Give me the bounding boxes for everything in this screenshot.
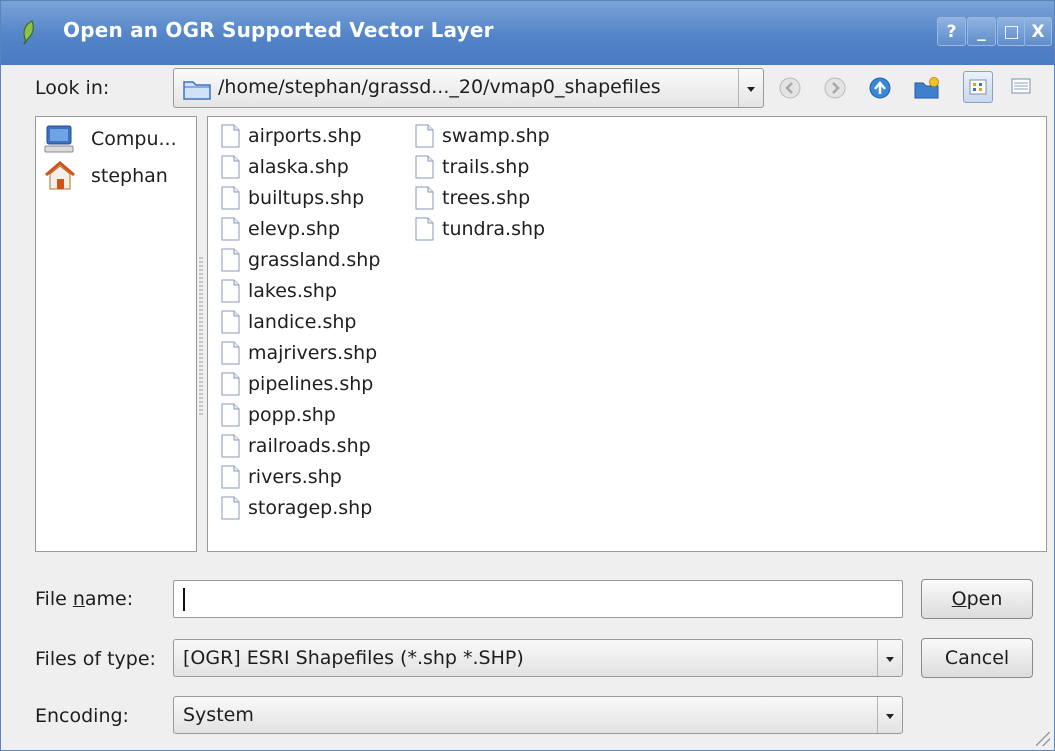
file-item[interactable]: alaska.shp <box>221 151 380 182</box>
filetype-value: [OGR] ESRI Shapefiles (*.shp *.SHP) <box>183 647 524 669</box>
chevron-down-icon[interactable] <box>877 697 902 733</box>
file-icon <box>221 496 240 519</box>
encoding-select[interactable]: System <box>173 696 903 734</box>
filetype-label: Files of type: <box>35 648 156 670</box>
file-item[interactable]: popp.shp <box>221 399 380 430</box>
file-item[interactable]: trees.shp <box>415 182 550 213</box>
parent-directory-icon[interactable] <box>868 76 892 100</box>
file-icon <box>221 155 240 178</box>
file-icon <box>221 403 240 426</box>
list-view-icon <box>969 79 987 95</box>
file-item[interactable]: pipelines.shp <box>221 368 380 399</box>
lookin-path: /home/stephan/grassd..._20/vmap0_shapefi… <box>218 76 661 98</box>
file-item[interactable]: elevp.shp <box>221 213 380 244</box>
file-icon <box>221 434 240 457</box>
window-title: Open an OGR Supported Vector Layer <box>63 18 494 42</box>
file-icon <box>221 217 240 240</box>
file-item[interactable]: swamp.shp <box>415 120 550 151</box>
filename-input[interactable] <box>173 580 903 618</box>
minimize-button[interactable]: _ <box>967 17 996 46</box>
file-name: elevp.shp <box>248 217 341 240</box>
lookin-label: Look in: <box>35 77 110 99</box>
sidebar-item-label: Compu... <box>91 128 177 150</box>
detail-view-icon <box>1011 78 1031 94</box>
resize-grip[interactable] <box>1036 732 1050 746</box>
encoding-label: Encoding: <box>35 705 129 727</box>
file-icon <box>221 310 240 333</box>
file-name: landice.shp <box>248 310 357 333</box>
detail-view-button[interactable] <box>1007 71 1037 103</box>
file-item[interactable]: railroads.shp <box>221 430 380 461</box>
dialog-window: Open an OGR Supported Vector Layer ? _ □… <box>0 0 1055 751</box>
file-item[interactable]: landice.shp <box>221 306 380 337</box>
file-name: trees.shp <box>442 186 531 209</box>
file-name: lakes.shp <box>248 279 337 302</box>
file-icon <box>415 217 434 240</box>
file-icon <box>221 465 240 488</box>
back-icon[interactable] <box>778 76 802 100</box>
close-button[interactable]: X <box>1024 17 1052 46</box>
file-column-1: airports.shp alaska.shp builtups.shp elevp.… <box>221 120 380 523</box>
file-icon <box>221 124 240 147</box>
file-name: builtups.shp <box>248 186 365 209</box>
file-name: alaska.shp <box>248 155 349 178</box>
folder-icon <box>183 81 211 100</box>
file-icon <box>221 186 240 209</box>
file-item[interactable]: airports.shp <box>221 120 380 151</box>
file-icon <box>221 341 240 364</box>
file-name: rivers.shp <box>248 465 342 488</box>
computer-icon <box>44 125 74 153</box>
filetype-select[interactable]: [OGR] ESRI Shapefiles (*.shp *.SHP) <box>173 639 903 677</box>
encoding-value: System <box>183 704 254 726</box>
sidebar-item-computer[interactable]: Compu... <box>43 122 177 156</box>
places-sidebar[interactable]: Compu... stephan <box>35 116 197 552</box>
new-folder-icon[interactable] <box>914 76 940 100</box>
file-item[interactable]: grassland.shp <box>221 244 380 275</box>
file-item[interactable]: tundra.shp <box>415 213 550 244</box>
file-name: airports.shp <box>248 124 362 147</box>
file-icon <box>415 124 434 147</box>
splitter-handle[interactable] <box>199 257 203 417</box>
file-name: pipelines.shp <box>248 372 374 395</box>
file-name: majrivers.shp <box>248 341 378 364</box>
file-icon <box>221 372 240 395</box>
file-name: popp.shp <box>248 403 336 426</box>
file-name: tundra.shp <box>442 217 546 240</box>
open-button[interactable]: Open <box>921 579 1033 619</box>
file-name: railroads.shp <box>248 434 371 457</box>
cancel-button[interactable]: Cancel <box>921 638 1033 678</box>
file-icon <box>221 279 240 302</box>
file-item[interactable]: rivers.shp <box>221 461 380 492</box>
qgis-leaf-icon <box>23 20 34 45</box>
file-item[interactable]: majrivers.shp <box>221 337 380 368</box>
file-item[interactable]: lakes.shp <box>221 275 380 306</box>
text-cursor <box>183 588 185 611</box>
file-item[interactable]: builtups.shp <box>221 182 380 213</box>
chevron-down-icon[interactable] <box>877 640 902 676</box>
file-icon <box>221 248 240 271</box>
file-name: storagep.shp <box>248 496 373 519</box>
forward-icon[interactable] <box>823 76 847 100</box>
sidebar-item-label: stephan <box>91 165 168 187</box>
file-icon <box>415 186 434 209</box>
lookin-combo[interactable]: /home/stephan/grassd..._20/vmap0_shapefi… <box>173 68 764 108</box>
file-icon <box>415 155 434 178</box>
title-bar[interactable]: Open an OGR Supported Vector Layer ? _ □… <box>1 1 1054 65</box>
sidebar-item-home[interactable]: stephan <box>43 159 168 193</box>
file-name: trails.shp <box>442 155 530 178</box>
file-column-2: swamp.shp trails.shp trees.shp tundra.shp <box>415 120 550 244</box>
file-item[interactable]: storagep.shp <box>221 492 380 523</box>
maximize-button[interactable]: □ <box>997 17 1026 46</box>
help-button[interactable]: ? <box>937 17 966 46</box>
chevron-down-icon[interactable] <box>738 69 763 107</box>
file-item[interactable]: trails.shp <box>415 151 550 182</box>
file-list[interactable]: airports.shp alaska.shp builtups.shp elevp.… <box>207 116 1047 552</box>
file-name: swamp.shp <box>442 124 550 147</box>
list-view-button[interactable] <box>963 71 993 103</box>
filename-label: File name: <box>35 588 134 610</box>
home-icon <box>45 161 75 190</box>
file-name: grassland.shp <box>248 248 381 271</box>
